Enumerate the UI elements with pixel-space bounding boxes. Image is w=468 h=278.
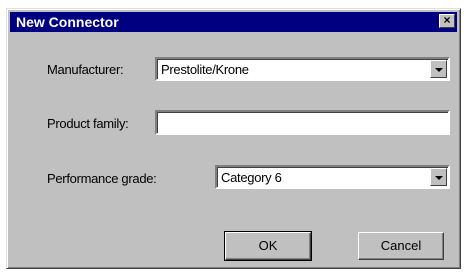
manufacturer-select[interactable]: Prestolite/Krone <box>155 57 450 81</box>
new-connector-dialog: New Connector × Manufacturer: Prestolite… <box>6 8 461 269</box>
product-family-label: Product family: <box>47 116 129 131</box>
performance-grade-dropdown-button[interactable] <box>430 168 447 186</box>
manufacturer-selected-value: Prestolite/Krone <box>161 62 249 77</box>
chevron-down-icon <box>435 176 443 180</box>
manufacturer-label: Manufacturer: <box>47 62 124 77</box>
cancel-button[interactable]: Cancel <box>358 232 444 260</box>
manufacturer-dropdown-button[interactable] <box>430 60 447 78</box>
close-icon: × <box>443 13 451 27</box>
dialog-title: New Connector <box>16 14 119 30</box>
chevron-down-icon <box>435 68 443 72</box>
performance-grade-select[interactable]: Category 6 <box>215 165 450 189</box>
product-family-input[interactable] <box>155 110 450 135</box>
ok-button[interactable]: OK <box>224 231 312 261</box>
performance-grade-selected-value: Category 6 <box>221 170 282 185</box>
performance-grade-label: Performance grade: <box>47 171 157 186</box>
close-button[interactable]: × <box>439 14 455 28</box>
title-bar[interactable]: New Connector × <box>10 12 457 32</box>
